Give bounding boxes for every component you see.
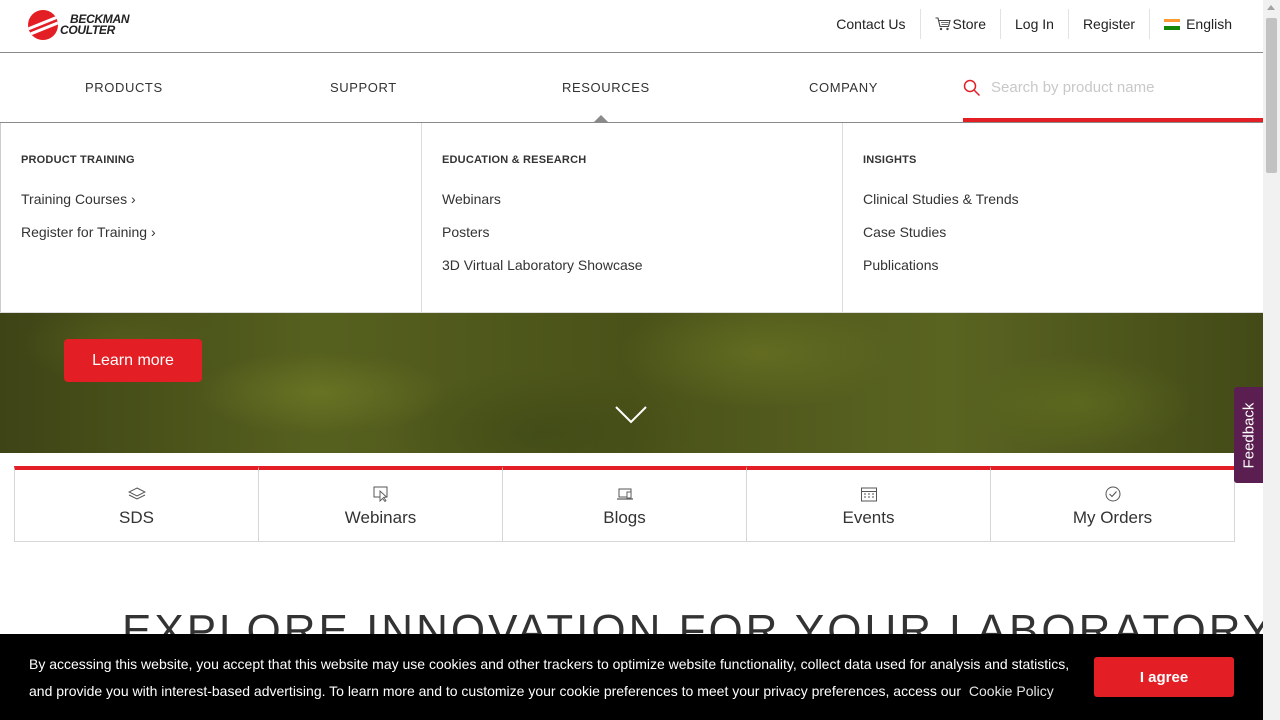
cart-icon xyxy=(935,17,951,31)
beckman-coulter-logo[interactable]: BECKMAN COULTER xyxy=(28,10,130,40)
nav-support[interactable]: SUPPORT xyxy=(330,80,397,95)
mega-link-register-training[interactable]: Register for Training › xyxy=(21,224,421,257)
layers-icon xyxy=(127,487,146,500)
quick-link-sds[interactable]: SDS xyxy=(14,466,259,542)
india-flag-icon xyxy=(1164,18,1181,30)
chevron-down-icon[interactable] xyxy=(614,405,648,425)
search-box xyxy=(963,53,1263,123)
resources-mega-menu: PRODUCT TRAINING Training Courses › Regi… xyxy=(0,122,1263,313)
hero-banner: Learn more xyxy=(0,313,1263,453)
check-circle-icon xyxy=(1105,486,1120,502)
quick-link-label: SDS xyxy=(119,508,154,527)
quick-link-label: Blogs xyxy=(603,508,646,527)
language-label: English xyxy=(1186,16,1232,32)
register-link[interactable]: Register xyxy=(1067,9,1149,39)
language-selector[interactable]: English xyxy=(1149,9,1246,39)
quick-link-label: Webinars xyxy=(344,508,417,527)
active-nav-indicator xyxy=(594,115,608,122)
scroll-up-arrow-icon[interactable] xyxy=(1267,5,1275,10)
mega-link-publications[interactable]: Publications xyxy=(863,257,1263,290)
laptop-icon xyxy=(616,488,633,500)
mega-link-case-studies[interactable]: Case Studies xyxy=(863,224,1263,257)
cookie-banner: By accessing this website, you accept th… xyxy=(0,634,1263,720)
mega-link-webinars[interactable]: Webinars xyxy=(442,191,842,224)
mega-link-clinical-studies[interactable]: Clinical Studies & Trends xyxy=(863,191,1263,224)
cursor-screen-icon xyxy=(373,486,387,502)
log-in-link[interactable]: Log In xyxy=(1000,9,1068,39)
contact-us-link[interactable]: Contact Us xyxy=(822,9,919,39)
cookie-policy-link[interactable]: Cookie Policy xyxy=(969,683,1054,699)
nav-company[interactable]: COMPANY xyxy=(809,80,878,95)
calendar-icon xyxy=(860,487,877,502)
cookie-message: By accessing this website, you accept th… xyxy=(29,656,1070,699)
logo-line-2: COULTER xyxy=(60,23,116,37)
quick-link-events[interactable]: Events xyxy=(746,466,991,542)
top-utility-bar: BECKMAN COULTER Contact Us Store Log In … xyxy=(0,0,1263,53)
nav-products[interactable]: PRODUCTS xyxy=(85,80,163,95)
learn-more-button[interactable]: Learn more xyxy=(64,339,202,382)
quick-link-label: Events xyxy=(842,508,895,527)
store-label: Store xyxy=(952,16,986,32)
search-input[interactable] xyxy=(991,75,1251,99)
scrollbar-thumb[interactable] xyxy=(1266,18,1277,173)
feedback-label: Feedback xyxy=(1240,402,1257,468)
utility-nav: Contact Us Store Log In Register English xyxy=(822,9,1246,39)
main-nav: PRODUCTS SUPPORT RESOURCES COMPANY xyxy=(0,53,1263,123)
mega-heading: EDUCATION & RESEARCH xyxy=(442,154,587,166)
search-icon[interactable] xyxy=(963,79,981,97)
quick-link-label: My Orders xyxy=(1072,508,1153,527)
quick-link-my-orders[interactable]: My Orders xyxy=(990,466,1235,542)
mega-heading: INSIGHTS xyxy=(863,154,917,166)
scrollbar[interactable] xyxy=(1263,0,1280,720)
logo-mark-icon xyxy=(28,10,58,40)
i-agree-button[interactable]: I agree xyxy=(1094,657,1234,697)
cookie-text: By accessing this website, you accept th… xyxy=(29,651,1089,705)
mega-column-product-training: PRODUCT TRAINING Training Courses › Regi… xyxy=(0,123,421,312)
mega-link-posters[interactable]: Posters xyxy=(442,224,842,257)
store-link[interactable]: Store xyxy=(919,9,1000,39)
quick-link-webinars[interactable]: Webinars xyxy=(258,466,503,542)
mega-column-education-research: EDUCATION & RESEARCH Webinars Posters 3D… xyxy=(421,123,842,312)
mega-heading: PRODUCT TRAINING xyxy=(21,154,135,166)
quick-link-blogs[interactable]: Blogs xyxy=(502,466,747,542)
feedback-tab[interactable]: Feedback xyxy=(1234,387,1263,483)
mega-link-training-courses[interactable]: Training Courses › xyxy=(21,191,421,224)
nav-resources[interactable]: RESOURCES xyxy=(562,80,650,95)
quick-links: SDS Webinars Blogs Events My Orders xyxy=(14,466,1235,542)
mega-link-3d-showcase[interactable]: 3D Virtual Laboratory Showcase xyxy=(442,257,842,290)
mega-column-insights: INSIGHTS Clinical Studies & Trends Case … xyxy=(842,123,1263,312)
